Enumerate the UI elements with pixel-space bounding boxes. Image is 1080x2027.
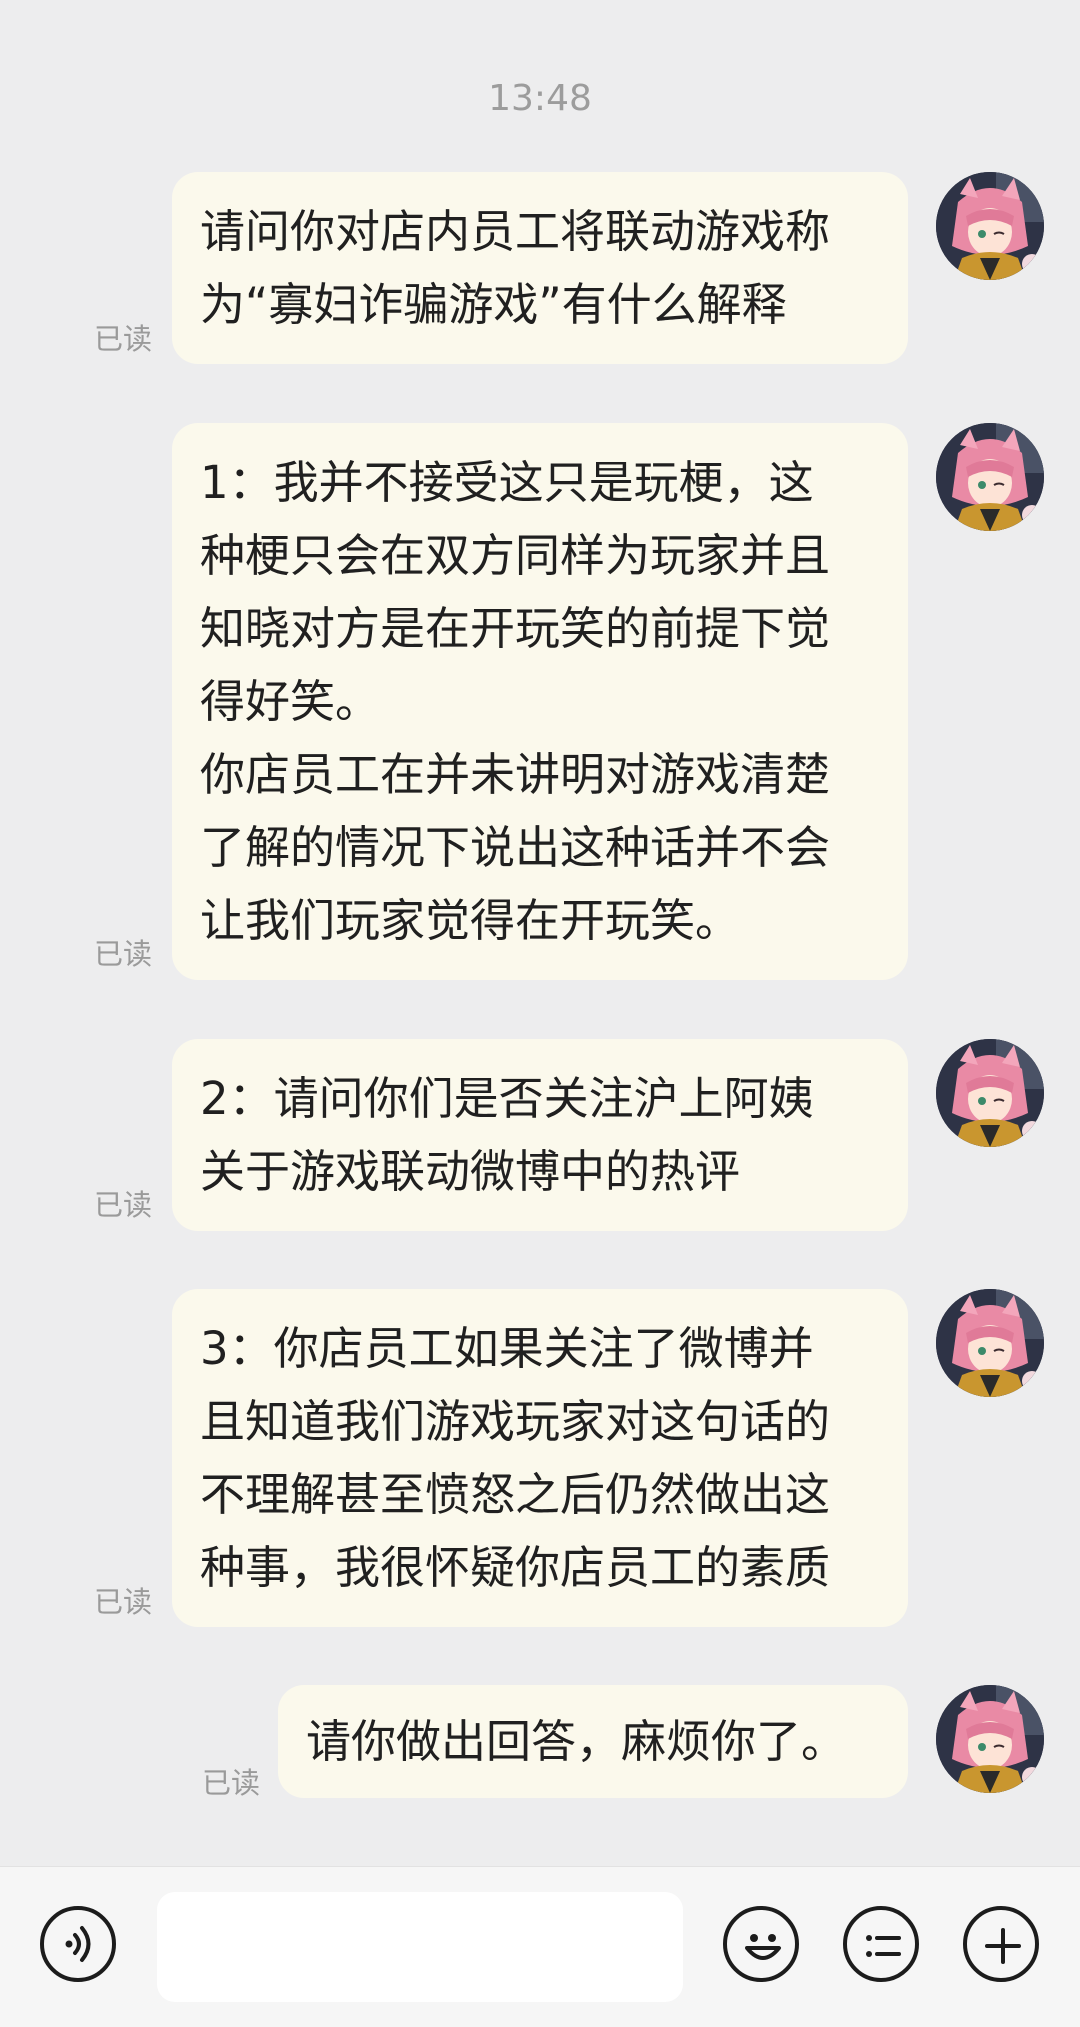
avatar[interactable] [936, 1685, 1044, 1793]
list-icon [866, 1935, 901, 1957]
message-bubble[interactable]: 1：我并不接受这只是玩梗，这 种梗只会在双方同样为玩家并且 知晓对方是在开玩笑的… [172, 423, 908, 980]
message-bubble[interactable]: 请你做出回答，麻烦你了。 [278, 1685, 908, 1798]
read-status: 已读 [202, 1766, 261, 1800]
avatar-image [936, 423, 1044, 531]
avatar-image [936, 1685, 1044, 1793]
avatar-image [936, 1289, 1044, 1397]
message-input[interactable] [157, 1892, 683, 2002]
message-bubble[interactable]: 请问你对店内员工将联动游戏称 为“寡妇诈骗游戏”有什么解释 [172, 172, 908, 364]
plus-icon [985, 1928, 1021, 1964]
avatar[interactable] [936, 423, 1044, 531]
read-status: 已读 [94, 937, 153, 971]
chat-area: 13:48 请问你对店内员工将联动游戏称 为“寡妇诈骗游戏”有什么解释 已读 1… [0, 0, 1080, 1866]
add-button[interactable] [963, 1906, 1039, 1982]
emoji-button[interactable] [723, 1906, 799, 1982]
voice-icon [65, 1926, 91, 1962]
avatar[interactable] [936, 1289, 1044, 1397]
read-status: 已读 [94, 322, 153, 356]
timestamp: 13:48 [488, 78, 592, 119]
avatar[interactable] [936, 1039, 1044, 1147]
avatar[interactable] [936, 172, 1044, 280]
voice-button[interactable] [40, 1906, 116, 1982]
read-status: 已读 [94, 1585, 153, 1619]
message-bubble[interactable]: 3：你店员工如果关注了微博并 且知道我们游戏玩家对这句话的 不理解甚至愤怒之后仍… [172, 1289, 908, 1627]
list-button[interactable] [843, 1906, 919, 1982]
avatar-image [936, 172, 1044, 280]
input-bar [0, 1866, 1080, 2027]
message-bubble[interactable]: 2：请问你们是否关注沪上阿姨 关于游戏联动微博中的热评 [172, 1039, 908, 1231]
emoji-icon [745, 1934, 781, 1960]
read-status: 已读 [94, 1188, 153, 1222]
avatar-image [936, 1039, 1044, 1147]
